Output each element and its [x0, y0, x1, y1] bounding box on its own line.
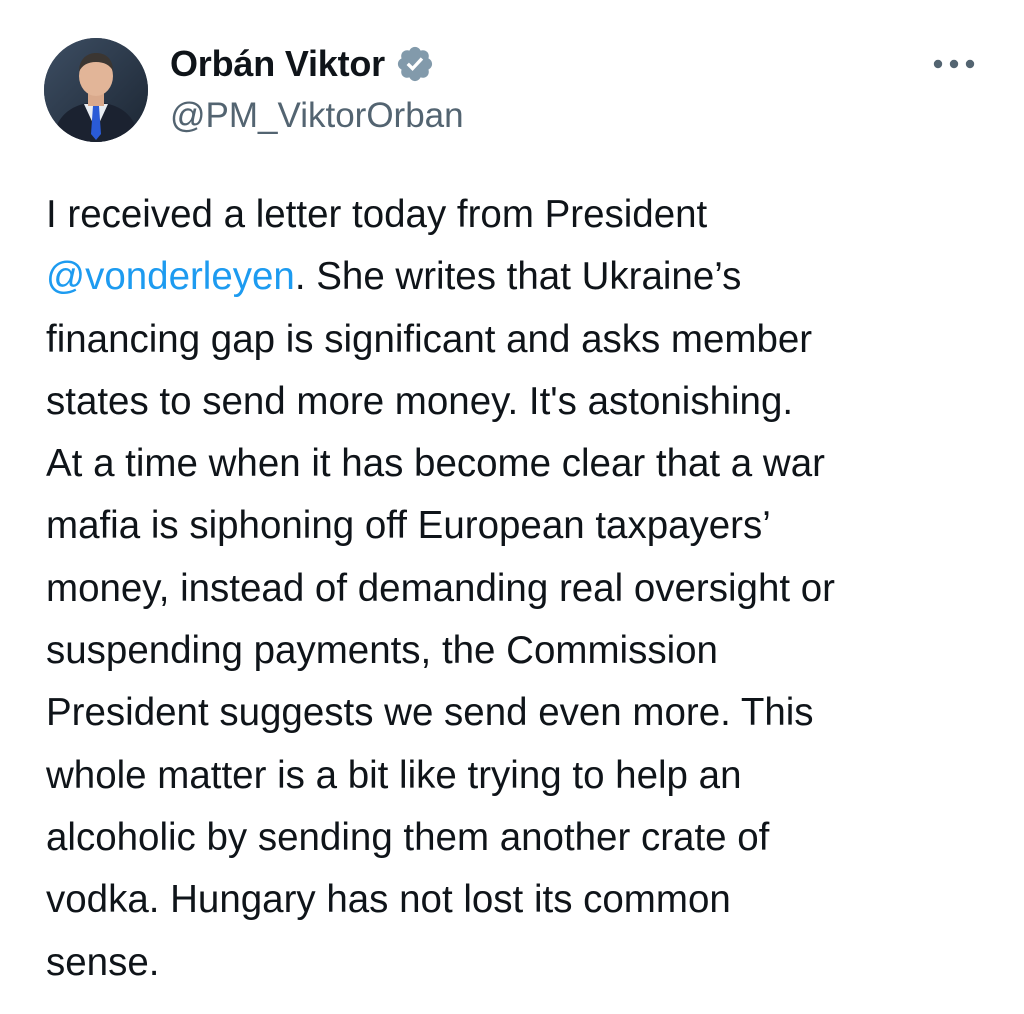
verified-badge-icon[interactable]	[395, 44, 435, 84]
tweet-text-segment: . She writes that Ukraine’s	[294, 255, 742, 299]
tweet-card: Orbán Viktor @PM_ViktorOrban I received …	[0, 0, 1024, 1014]
tweet-text-line: whole matter is a bit like trying to hel…	[46, 753, 742, 797]
tweet-text-line: money, instead of demanding real oversig…	[46, 566, 835, 610]
tweet-text-line: mafia is siphoning off European taxpayer…	[46, 504, 771, 548]
tweet-text-line: vodka. Hungary has not lost its common	[46, 878, 731, 922]
tweet-text-line: suspending payments, the Commission	[46, 629, 718, 673]
more-options-button[interactable]	[928, 46, 980, 82]
author-handle[interactable]: @PM_ViktorOrban	[170, 94, 464, 138]
tweet-text-line: alcoholic by sending them another crate …	[46, 815, 770, 859]
tweet-text: I received a letter today from President…	[46, 184, 1006, 994]
author-avatar[interactable]	[44, 38, 148, 142]
author-display-name[interactable]: Orbán Viktor	[170, 43, 385, 85]
author-name-row: Orbán Viktor	[170, 40, 435, 88]
tweet-text-line: I received a letter today from President	[46, 193, 708, 236]
mention-link[interactable]: @vonderleyen	[46, 255, 295, 298]
more-horizontal-icon	[933, 59, 975, 69]
tweet-text-line: At a time when it has become clear that …	[46, 442, 825, 486]
tweet-text-line: sense.	[46, 940, 160, 984]
tweet-text-line: financing gap is significant and asks me…	[46, 317, 813, 361]
tweet-text-line: states to send more money. It's astonish…	[46, 379, 794, 423]
tweet-text-line: President suggests we send even more. Th…	[46, 691, 814, 735]
profile-photo-icon	[44, 38, 148, 142]
tweet-text-line: @vonderleyen. She writes that Ukraine’s	[46, 246, 1006, 308]
